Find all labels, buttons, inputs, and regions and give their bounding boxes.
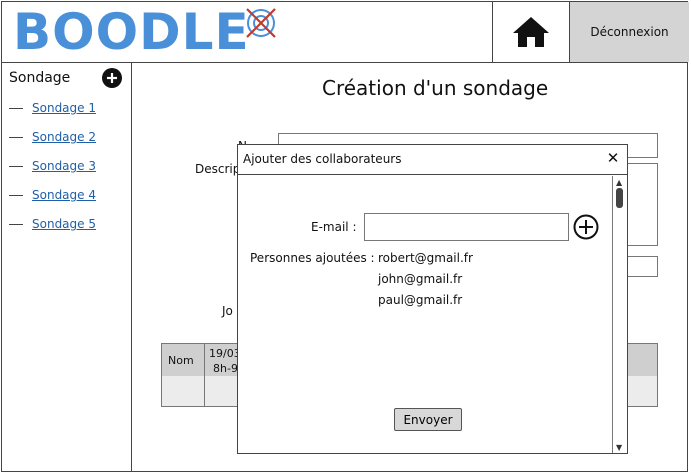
sidebar-item-sondage-5[interactable]: Sondage 5 <box>9 217 96 231</box>
label-description: Descrip <box>195 162 241 176</box>
added-email-item: paul@gmail.fr <box>378 293 463 307</box>
sidebar-item-label[interactable]: Sondage 2 <box>32 130 96 144</box>
label-jours: Jo <box>222 304 233 318</box>
send-button[interactable]: Envoyer <box>394 408 462 431</box>
dash-icon <box>9 136 23 138</box>
logo-target-icon <box>246 8 276 38</box>
dash-icon <box>9 165 23 167</box>
dialog-title: Ajouter des collaborateurs <box>243 152 402 166</box>
table-header-date: 19/03 8h-9 <box>209 346 241 376</box>
table-column-divider <box>204 344 205 406</box>
sidebar-item-sondage-1[interactable]: Sondage 1 <box>9 101 96 115</box>
home-button[interactable] <box>492 2 569 62</box>
email-input[interactable] <box>364 213 569 241</box>
add-survey-icon[interactable] <box>102 68 122 88</box>
sidebar-item-sondage-2[interactable]: Sondage 2 <box>9 130 96 144</box>
dialog-title-bar: Ajouter des collaborateurs ✕ <box>238 145 627 175</box>
date-line-1: 19/03 <box>209 347 241 360</box>
add-collaborator-icon[interactable] <box>573 214 599 240</box>
scroll-up-icon[interactable]: ▲ <box>616 178 622 187</box>
sidebar-item-sondage-3[interactable]: Sondage 3 <box>9 159 96 173</box>
logo: BOODLE <box>13 3 250 61</box>
dash-icon <box>9 223 23 225</box>
dash-icon <box>9 194 23 196</box>
logout-button[interactable]: Déconnexion <box>569 2 689 62</box>
sidebar-item-label[interactable]: Sondage 1 <box>32 101 96 115</box>
dash-icon <box>9 107 23 109</box>
scroll-thumb[interactable] <box>616 188 623 208</box>
scroll-down-icon[interactable]: ▼ <box>616 443 622 452</box>
table-header-nom: Nom <box>168 354 194 367</box>
add-collaborators-dialog: Ajouter des collaborateurs ✕ ▲ ▼ E-mail … <box>237 144 628 454</box>
added-people-label: Personnes ajoutées : <box>250 251 375 265</box>
sidebar-item-sondage-4[interactable]: Sondage 4 <box>9 188 96 202</box>
sidebar-title: Sondage <box>9 70 71 86</box>
close-icon[interactable]: ✕ <box>605 149 621 167</box>
email-label: E-mail : <box>311 220 357 234</box>
sidebar-item-label[interactable]: Sondage 4 <box>32 188 96 202</box>
added-email-item: john@gmail.fr <box>378 272 463 286</box>
sidebar-item-label[interactable]: Sondage 5 <box>32 217 96 231</box>
sidebar: Sondage Sondage 1 Sondage 2 Sondage 3 So… <box>1 62 132 472</box>
date-line-2: 8h-9 <box>213 362 238 375</box>
page-title: Création d'un sondage <box>322 76 549 100</box>
header: BOODLE Déconnexion <box>1 1 689 63</box>
sidebar-item-label[interactable]: Sondage 3 <box>32 159 96 173</box>
home-icon <box>513 17 549 47</box>
added-email-item: robert@gmail.fr <box>378 251 473 265</box>
dialog-scrollbar[interactable]: ▲ ▼ <box>612 176 626 453</box>
